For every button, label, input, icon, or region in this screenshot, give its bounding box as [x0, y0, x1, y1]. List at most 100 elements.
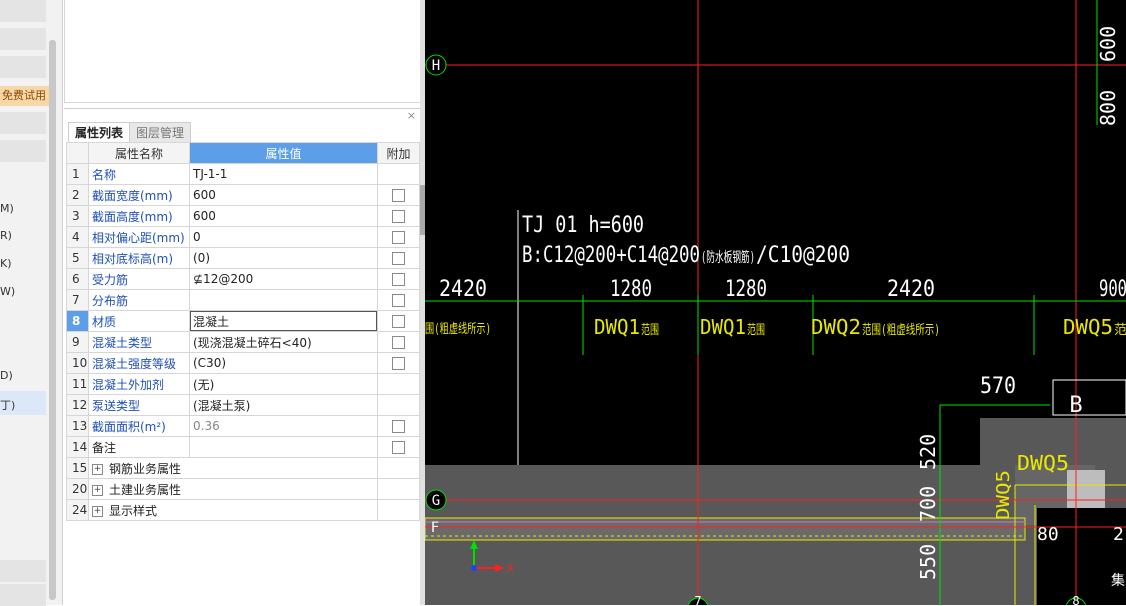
wall-note: 范围(粗虚线所示)	[862, 323, 940, 338]
table-row[interactable]: 8 材质 混凝土	[66, 310, 420, 332]
group-row[interactable]: 24 + 显示样式	[66, 499, 420, 521]
property-value[interactable]: (C30)	[189, 352, 378, 374]
extra-checkbox[interactable]	[392, 420, 405, 433]
table-row[interactable]: 11 混凝土外加剂 (无)	[66, 373, 420, 395]
table-row[interactable]: 5 相对底标高(m) (0)	[66, 247, 420, 269]
row-number: 14	[66, 436, 89, 458]
sidebar-item[interactable]: M)	[0, 202, 14, 215]
group-row[interactable]: 15 + 钢筋业务属性	[66, 457, 420, 479]
row-number: 11	[66, 373, 89, 395]
property-value[interactable]: (混凝土泵)	[189, 394, 378, 416]
table-row[interactable]: 14 备注	[66, 436, 420, 458]
extra-cell	[377, 226, 420, 248]
property-name: 泵送类型	[88, 394, 190, 416]
property-value[interactable]: (0)	[189, 247, 378, 269]
extra-checkbox[interactable]	[392, 357, 405, 370]
axis-label-f: F	[431, 520, 439, 536]
row-number: 15	[66, 457, 89, 479]
extra-checkbox[interactable]	[392, 336, 405, 349]
dim-text: 2420	[887, 277, 935, 302]
property-value[interactable]: 600	[189, 205, 378, 227]
table-row[interactable]: 13 截面面积(m²) 0.36	[66, 415, 420, 437]
sidebar-item[interactable]: K)	[0, 257, 12, 270]
extra-checkbox[interactable]	[392, 315, 405, 328]
property-value[interactable]: (无)	[189, 373, 378, 395]
property-name: 混凝土强度等级	[88, 352, 190, 374]
footing-rebar: B:C12@200+C14@200	[522, 243, 700, 268]
table-row[interactable]: 6 受力筋 ⊈12@200	[66, 268, 420, 290]
wall-note: 范围	[641, 323, 659, 338]
property-value[interactable]: 0.36	[189, 415, 378, 437]
sidebar-item[interactable]: D)	[0, 369, 13, 382]
property-value[interactable]: 600	[189, 184, 378, 206]
expand-plus-icon[interactable]: +	[92, 463, 103, 475]
extra-cell	[377, 289, 420, 311]
property-value[interactable]: (现浇混凝土碎石<40)	[189, 331, 378, 353]
extra-checkbox[interactable]	[392, 231, 405, 244]
extra-cell	[377, 205, 420, 227]
axis-label-h: H	[432, 58, 440, 74]
extra-checkbox[interactable]	[392, 252, 405, 265]
cut-text: 集	[1111, 572, 1125, 589]
sidebar-button[interactable]	[0, 140, 46, 162]
extra-cell	[377, 184, 420, 206]
sidebar-item[interactable]: R)	[0, 229, 12, 242]
table-row[interactable]: 3 截面高度(mm) 600	[66, 205, 420, 227]
sidebar-button[interactable]	[0, 28, 46, 50]
expand-plus-icon[interactable]: +	[92, 484, 103, 496]
table-row[interactable]: 4 相对偏心距(mm) 0	[66, 226, 420, 248]
sidebar-item[interactable]: 丁)	[0, 397, 15, 413]
sidebar-button[interactable]	[0, 0, 46, 22]
row-number: 3	[66, 205, 89, 227]
extra-checkbox[interactable]	[392, 189, 405, 202]
dim-text: 800	[1096, 90, 1120, 126]
dim-text: 700	[916, 486, 940, 522]
sidebar-scrollbar[interactable]	[49, 40, 56, 600]
group-label: 钢筋业务属性	[109, 461, 182, 476]
property-name: 备注	[88, 436, 190, 458]
table-row[interactable]: 10 混凝土强度等级 (C30)	[66, 352, 420, 374]
table-row[interactable]: 7 分布筋	[66, 289, 420, 311]
footing-title: TJ 01 h=600	[522, 213, 644, 238]
extra-checkbox[interactable]	[392, 273, 405, 286]
extra-checkbox[interactable]	[392, 210, 405, 223]
table-row[interactable]: 1 名称 TJ-1-1	[66, 163, 420, 185]
row-number: 5	[66, 247, 89, 269]
cad-drawing-canvas[interactable]: H G F 7 8 TJ 01 h=600 B:C12@200+C14@200 …	[425, 0, 1126, 605]
property-value[interactable]: 0	[189, 226, 378, 248]
row-number: 13	[66, 415, 89, 437]
extra-checkbox[interactable]	[392, 441, 405, 454]
property-value[interactable]: 混凝土	[189, 310, 378, 332]
table-row[interactable]: 12 泵送类型 (混凝土泵)	[66, 394, 420, 416]
group-label: 土建业务属性	[109, 482, 182, 497]
row-number: 10	[66, 352, 89, 374]
axis-box-b	[1052, 379, 1126, 416]
row-number: 4	[66, 226, 89, 248]
sidebar-button[interactable]	[0, 112, 46, 134]
expand-plus-icon[interactable]: +	[92, 505, 103, 517]
table-row[interactable]: 9 混凝土类型 (现浇混凝土碎石<40)	[66, 331, 420, 353]
dim-text: 2420	[439, 277, 487, 302]
free-trial-button[interactable]: 免费试用	[0, 86, 50, 106]
sidebar-item[interactable]: W)	[0, 285, 15, 298]
sidebar-button[interactable]	[0, 560, 46, 582]
close-icon[interactable]: ×	[407, 109, 416, 122]
sidebar-button[interactable]	[0, 56, 46, 78]
property-name: 混凝土外加剂	[88, 373, 190, 395]
tab-property-list[interactable]: 属性列表	[68, 122, 131, 143]
extra-checkbox[interactable]	[392, 294, 405, 307]
group-row[interactable]: 20 + 土建业务属性	[66, 478, 420, 500]
dim-text: 520	[916, 434, 940, 470]
property-value[interactable]: ⊈12@200	[189, 268, 378, 290]
property-value[interactable]: TJ-1-1	[189, 163, 378, 185]
extra-cell	[377, 457, 420, 479]
tab-layer-management[interactable]: 图层管理	[129, 122, 192, 143]
extra-cell	[377, 373, 420, 395]
dim-text: 900	[1099, 277, 1126, 302]
axis-label-7: 7	[694, 594, 701, 605]
property-value[interactable]	[189, 436, 378, 458]
sidebar-button[interactable]	[0, 584, 46, 606]
row-number: 24	[66, 499, 89, 521]
property-value[interactable]	[189, 289, 378, 311]
table-row[interactable]: 2 截面宽度(mm) 600	[66, 184, 420, 206]
